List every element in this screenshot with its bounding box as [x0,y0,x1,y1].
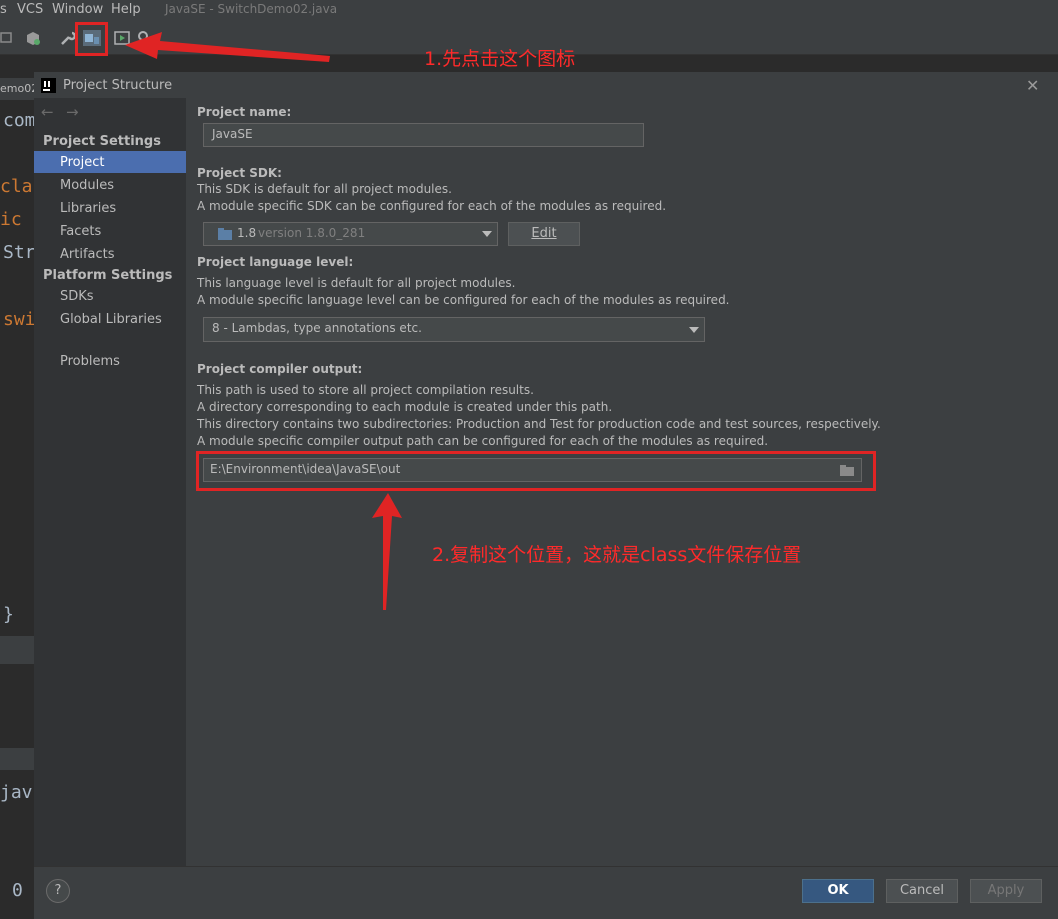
apply-button[interactable]: Apply [970,879,1042,903]
annotation-arrows [125,32,402,610]
ok-button[interactable]: OK [802,879,874,903]
help-button[interactable]: ? [46,879,70,903]
annotation-step1: 1.先点击这个图标 [424,48,576,70]
annotation-step2: 2.复制这个位置，这就是class文件保存位置 [432,544,802,566]
arrow-to-icon [125,32,330,62]
arrow-to-path [372,493,402,610]
cancel-button[interactable]: Cancel [886,879,958,903]
